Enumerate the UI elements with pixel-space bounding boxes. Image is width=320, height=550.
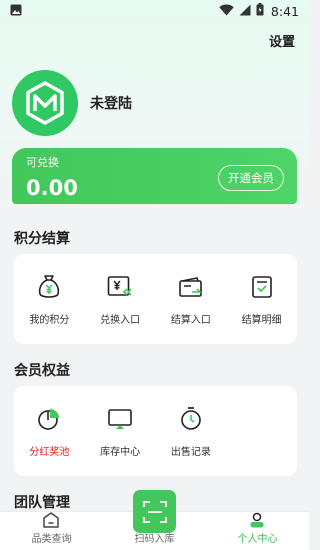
checklist-icon [248,273,276,301]
money-bag-icon [35,273,63,301]
points-card: 我的积分 兑换入口 结算入口 结算明细 [14,254,297,344]
inventory-center-item[interactable]: 库存中心 [85,386,156,476]
scan-button[interactable] [133,490,176,533]
dividend-pool-label: 分红奖池 [29,446,70,458]
settlement-details-label: 结算明细 [241,314,282,326]
exchange-entry-label: 兑换入口 [100,314,141,326]
points-section-title: 积分结算 [14,231,70,247]
monitor-icon [106,405,134,433]
user-icon [248,511,266,529]
home-icon [42,511,60,529]
tab-personal-center-label: 个人中心 [237,534,278,545]
status-bar: 8:41 [0,0,309,22]
dividend-pool-item[interactable]: 分红奖池 [14,386,85,476]
profile-section[interactable]: 未登陆 [12,70,132,136]
battery-icon [256,3,264,19]
settlement-entry-label: 结算入口 [170,314,211,326]
sales-records-item[interactable]: 出售记录 [156,386,227,476]
avatar[interactable] [12,70,78,136]
yen-exchange-icon [106,273,134,301]
inventory-center-label: 库存中心 [100,446,141,458]
pie-chart-icon [35,405,63,433]
wifi-icon [219,4,234,19]
tab-category-query-label: 品类查询 [31,534,72,545]
stopwatch-icon [177,405,205,433]
wallet-icon [177,273,205,301]
login-status-name[interactable]: 未登陆 [90,93,132,113]
empty-cell [226,386,297,476]
settlement-details-item[interactable]: 结算明细 [226,254,297,344]
benefits-section-title: 会员权益 [14,363,70,379]
tab-personal-center[interactable]: 个人中心 [206,512,309,550]
status-time: 8:41 [270,3,299,19]
balance-card: 可兑换 0.00 开通会员 [12,148,297,204]
sales-records-label: 出售记录 [170,446,211,458]
settlement-entry-item[interactable]: 结算入口 [156,254,227,344]
team-section-title: 团队管理 [14,495,70,511]
my-points-label: 我的积分 [29,314,70,326]
tab-category-query[interactable]: 品类查询 [0,512,103,550]
open-vip-button[interactable]: 开通会员 [218,165,284,191]
settings-button[interactable]: 设置 [269,31,295,50]
scan-icon [142,500,167,523]
brand-logo-icon [26,81,64,125]
exchange-entry-item[interactable]: 兑换入口 [85,254,156,344]
my-points-item[interactable]: 我的积分 [14,254,85,344]
image-notification-icon [10,4,22,19]
benefits-card: 分红奖池 库存中心 出售记录 [14,386,297,476]
signal-icon [239,4,251,19]
